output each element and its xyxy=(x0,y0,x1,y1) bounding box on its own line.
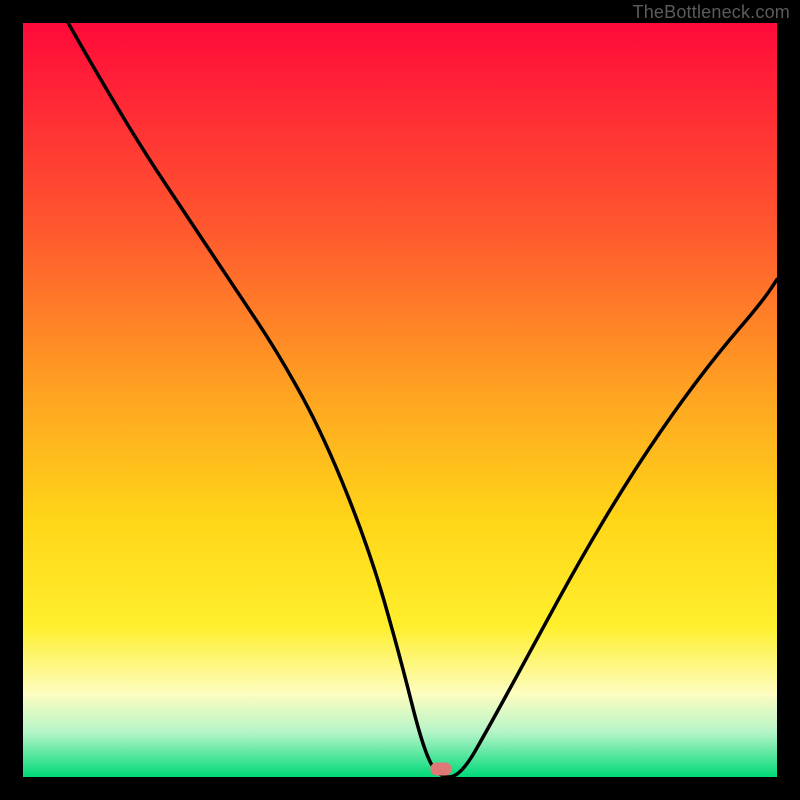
plot-area xyxy=(23,23,777,777)
chart-frame: TheBottleneck.com xyxy=(0,0,800,800)
bottleneck-curve xyxy=(23,23,777,777)
optimal-point-marker xyxy=(430,763,451,776)
watermark-text: TheBottleneck.com xyxy=(633,2,790,23)
